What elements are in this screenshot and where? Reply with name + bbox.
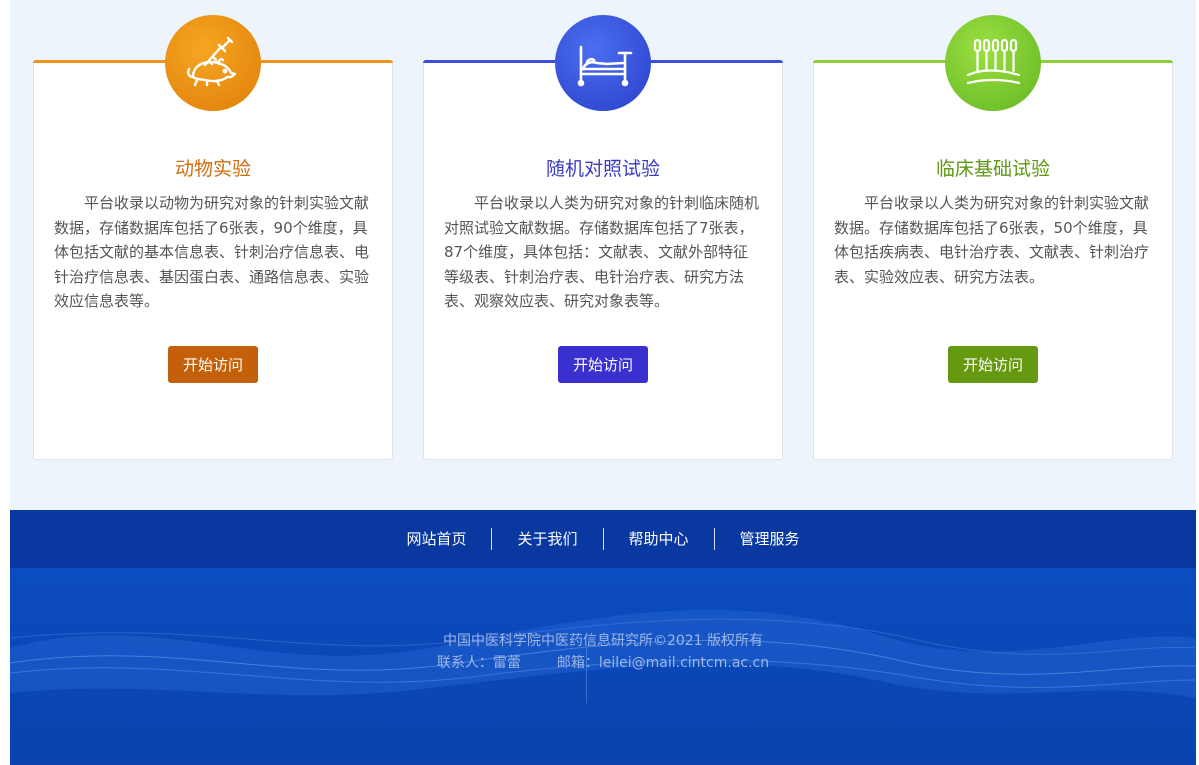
database-cards-section: 动物实验 平台收录以动物为研究对象的针刺实验文献数据，存储数据库包括了6张表，9…: [10, 0, 1196, 510]
start-visit-button[interactable]: 开始访问: [948, 346, 1038, 383]
mouse-syringe-icon: [165, 15, 261, 111]
card-title: 动物实验: [174, 158, 251, 180]
contact-row: 联系人：雷蕾 邮箱：leilei@mail.cintcm.ac.cn: [10, 652, 1196, 674]
contact-email: 邮箱：leilei@mail.cintcm.ac.cn: [556, 655, 770, 671]
acupuncture-needles-icon: [945, 15, 1041, 111]
contact-person: 联系人：雷蕾: [436, 655, 521, 671]
page: 动物实验 平台收录以动物为研究对象的针刺实验文献数据，存储数据库包括了6张表，9…: [0, 0, 1199, 765]
nav-home-link[interactable]: 网站首页: [381, 528, 491, 550]
start-visit-button[interactable]: 开始访问: [558, 346, 648, 383]
footer-info: 中国中医科学院中医药信息研究所©2021 版权所有 联系人：雷蕾 邮箱：leile…: [10, 630, 1196, 674]
card-title: 临床基础试验: [935, 158, 1050, 180]
card-description: 平台收录以人类为研究对象的针刺临床随机对照试验文献数据。存储数据库包括了7张表，…: [444, 194, 760, 310]
footer-nav: 网站首页 关于我们 帮助中心 管理服务: [10, 510, 1196, 568]
start-visit-button[interactable]: 开始访问: [168, 346, 258, 383]
copyright-text: 中国中医科学院中医药信息研究所©2021 版权所有: [442, 633, 764, 649]
card-title: 随机对照试验: [545, 158, 660, 180]
hospital-bed-icon: [555, 15, 651, 111]
nav-admin-link[interactable]: 管理服务: [715, 528, 825, 550]
card-description: 平台收录以动物为研究对象的针刺实验文献数据，存储数据库包括了6张表，90个维度，…: [54, 194, 370, 310]
site-footer: 网站首页 关于我们 帮助中心 管理服务 中国中医科学院中医药信息研究所©2021…: [10, 510, 1196, 765]
card-randomized-controlled-trial: 随机对照试验 平台收录以人类为研究对象的针刺临床随机对照试验文献数据。存储数据库…: [423, 15, 783, 460]
nav-help-link[interactable]: 帮助中心: [604, 528, 714, 550]
nav-about-link[interactable]: 关于我们: [492, 528, 602, 550]
card-clinical-basic-trial: 临床基础试验 平台收录以人类为研究对象的针刺实验文献数据。存储数据库包括了6张表…: [813, 15, 1173, 460]
card-animal-experiment: 动物实验 平台收录以动物为研究对象的针刺实验文献数据，存储数据库包括了6张表，9…: [33, 15, 393, 460]
card-description: 平台收录以人类为研究对象的针刺实验文献数据。存储数据库包括了6张表，50个维度，…: [834, 194, 1150, 286]
